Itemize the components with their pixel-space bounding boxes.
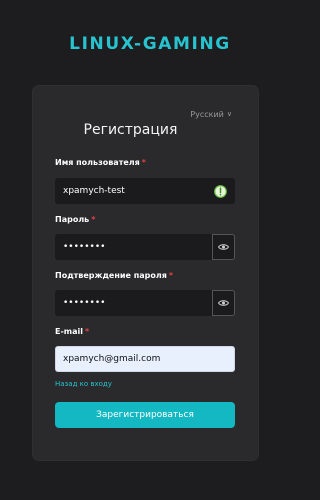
language-selector-label: Русский [190,110,224,119]
email-label: E-mail * [55,327,89,336]
eye-icon [218,300,229,306]
back-to-login-link[interactable]: Назад ко входу [55,380,112,388]
password-confirm-label: Подтверждение пароля * [55,271,173,280]
chevron-down-icon: ∨ [226,110,232,118]
password-confirm-value: •••••••• [63,298,106,308]
email-input[interactable]: xpamych@gmail.com [55,346,235,372]
registration-card: Русский ∨ Регистрация Имя пользователя * … [33,86,258,460]
required-mark: * [85,327,90,336]
email-value: xpamych@gmail.com [63,354,161,364]
email-label-text: E-mail [55,327,84,336]
required-mark: * [141,158,146,167]
show-password-confirm-button[interactable] [212,290,235,316]
password-confirm-label-text: Подтверждение пароля [55,271,167,280]
password-value: •••••••• [63,242,106,252]
password-input[interactable]: •••••••• [55,234,212,260]
eye-icon [218,244,229,250]
password-label: Пароль * [55,215,95,224]
check-circle-icon [214,184,227,198]
required-mark: * [91,215,96,224]
form-title: Регистрация [83,122,178,138]
language-selector[interactable]: Русский ∨ [190,110,232,119]
username-label-text: Имя пользователя [55,158,140,167]
username-label: Имя пользователя * [55,158,146,167]
required-mark: * [168,271,174,280]
username-input[interactable]: xpamych-test [55,178,235,204]
password-confirm-input[interactable]: •••••••• [55,290,212,316]
site-logo-text: LINUX-GAMING [69,34,231,54]
register-button[interactable]: Зарегистрироваться [55,402,235,428]
show-password-button[interactable] [212,234,235,260]
password-label-text: Пароль [55,215,90,224]
username-value: xpamych-test [63,186,125,196]
